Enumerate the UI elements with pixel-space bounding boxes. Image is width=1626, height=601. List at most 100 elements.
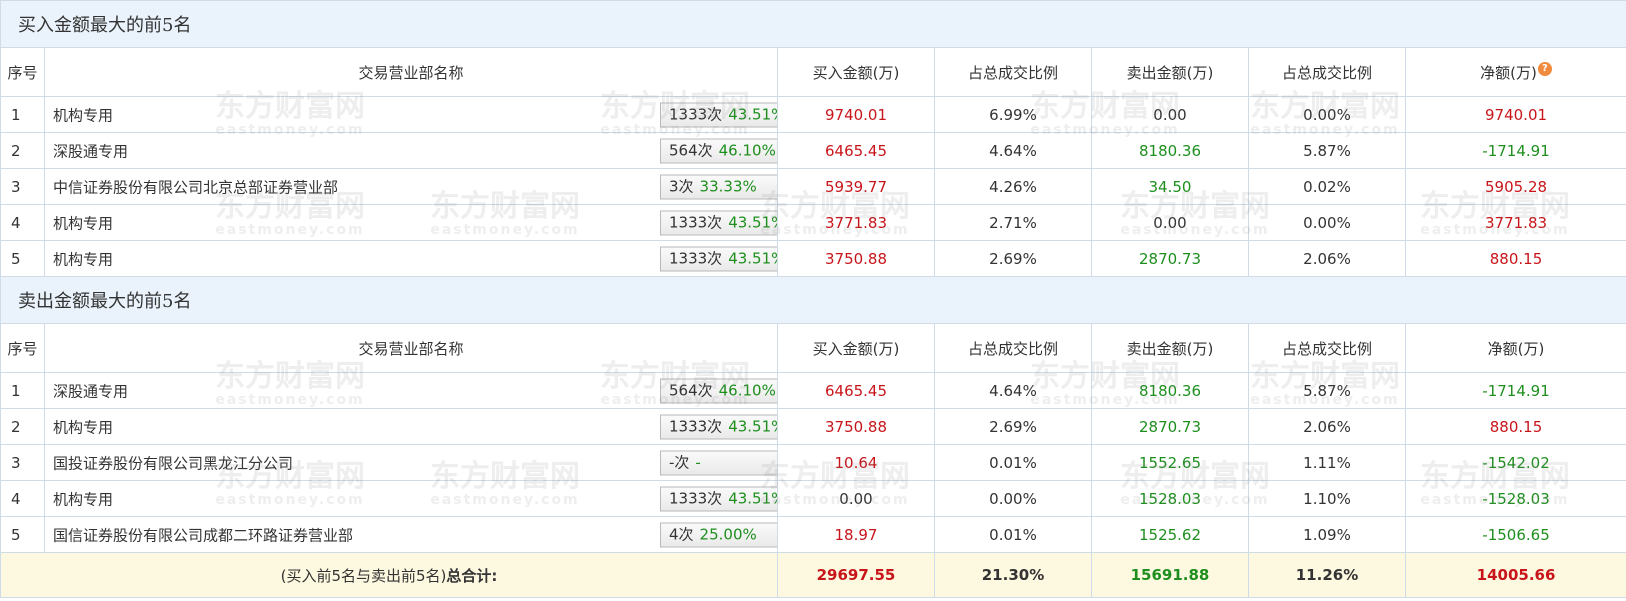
sell-amount: 1528.03 <box>1091 480 1249 517</box>
column-header-label: 序号 <box>7 339 38 358</box>
column-header-label: 占总成交比例 <box>1281 339 1372 358</box>
buy-ratio: 6.99% <box>934 96 1092 133</box>
net-amount: -1506.65 <box>1404 516 1626 553</box>
sell-amount: 0.00 <box>1091 96 1249 133</box>
branch-stat-button[interactable]: 1333次 43.51% <box>660 210 777 235</box>
column-header-label: 买入金额(万) <box>812 339 900 358</box>
table-row: 3 国投证券股份有限公司黑龙江分公司 -次 -10.64 0.01% 1552.65 1.1… <box>0 444 1626 481</box>
sell-ratio: 5.87% <box>1248 132 1406 169</box>
win-rate: 33.33% <box>699 177 757 195</box>
column-header-net: 净额(万)? <box>1404 47 1626 97</box>
total-label-prefix: (买入前5名与卖出前5名) <box>280 566 447 585</box>
branch-stat-button[interactable]: 564次 46.10% <box>660 138 777 163</box>
column-header-sell-ratio: 占总成交比例 <box>1248 47 1406 97</box>
branch-name-link[interactable]: 机构专用 <box>53 104 113 125</box>
branch-name-link[interactable]: 中信证券股份有限公司北京总部证券营业部 <box>53 176 338 197</box>
net-amount: -1714.91 <box>1404 132 1626 169</box>
column-header-net: 净额(万) <box>1404 323 1626 373</box>
net-amount: 880.15 <box>1404 408 1626 445</box>
branch-name-link[interactable]: 国投证券股份有限公司黑龙江分公司 <box>53 452 293 473</box>
branch-name-link[interactable]: 国信证券股份有限公司成都二环路证券营业部 <box>53 524 353 545</box>
table-row: 5 国信证券股份有限公司成都二环路证券营业部 4次 25.00% 18.97 0.01% 1… <box>0 516 1626 553</box>
row-seq: 5 <box>0 240 45 277</box>
column-header-label: 卖出金额(万) <box>1126 339 1214 358</box>
buy-amount: 5939.77 <box>777 168 935 205</box>
help-icon[interactable]: ? <box>1537 61 1552 76</box>
net-amount: 880.15 <box>1404 240 1626 277</box>
column-header-label: 序号 <box>7 63 38 82</box>
win-rate: 43.51% <box>728 105 776 123</box>
branch-stat-button[interactable]: 1333次 43.51% <box>660 414 777 439</box>
branch-cell: 机构专用 1333次 43.51% <box>44 480 778 517</box>
total-buy-amount: 29697.55 <box>777 552 935 598</box>
win-rate: 43.51% <box>728 213 776 231</box>
trade-count: 1333次 <box>669 489 723 507</box>
buy-amount: 6465.45 <box>777 372 935 409</box>
sell-ratio: 1.09% <box>1248 516 1406 553</box>
buy-ratio: 4.26% <box>934 168 1092 205</box>
branch-stat-button[interactable]: 4次 25.00% <box>660 522 777 547</box>
buy-ratio: 2.69% <box>934 240 1092 277</box>
lhb-panel: 东方财富网eastmoney.com东方财富网eastmoney.com东方财富… <box>0 0 1626 601</box>
sell-ratio: 0.00% <box>1248 96 1406 133</box>
trade-count: 564次 <box>669 381 713 399</box>
section-header: 卖出金额最大的前5名 <box>0 276 1626 324</box>
column-header-label: 卖出金额(万) <box>1126 63 1214 82</box>
branch-stat-button[interactable]: 564次46.10%? <box>660 378 777 403</box>
branch-stat-button[interactable]: 1333次 43.51% <box>660 486 777 511</box>
net-amount: -1542.02 <box>1404 444 1626 481</box>
branch-stat-button[interactable]: 1333次43.51%? <box>660 102 777 127</box>
row-seq: 3 <box>0 444 45 481</box>
column-header-sell-ratio: 占总成交比例 <box>1248 323 1406 373</box>
column-header-label: 占总成交比例 <box>967 63 1058 82</box>
sell-ratio: 2.06% <box>1248 240 1406 277</box>
total-buy-ratio: 21.30% <box>934 552 1092 598</box>
buy-ratio: 2.71% <box>934 204 1092 241</box>
branch-name-link[interactable]: 机构专用 <box>53 416 113 437</box>
buy-ratio: 4.64% <box>934 372 1092 409</box>
trade-count: 1333次 <box>669 417 723 435</box>
net-amount: -1528.03 <box>1404 480 1626 517</box>
branch-name-link[interactable]: 机构专用 <box>53 488 113 509</box>
branch-stat-button[interactable]: 3次 33.33% <box>660 174 777 199</box>
trade-count: -次 <box>669 453 690 471</box>
buy-amount: 18.97 <box>777 516 935 553</box>
branch-name-link[interactable]: 机构专用 <box>53 212 113 233</box>
column-header-branch: 交易营业部名称 <box>44 323 778 373</box>
table-row: 5 机构专用 1333次 43.51%3750.882.69%2870.732.06%… <box>0 240 1626 277</box>
branch-cell: 机构专用1333次43.51%? <box>44 96 778 133</box>
buy-ratio: 0.00% <box>934 480 1092 517</box>
branch-name-link[interactable]: 深股通专用 <box>53 140 128 161</box>
trade-count: 4次 <box>669 525 694 543</box>
trade-count: 564次 <box>669 141 713 159</box>
table-row: 2 机构专用 1333次 43.51%3750.882.69%2870.732.06%… <box>0 408 1626 445</box>
row-seq: 5 <box>0 516 45 553</box>
sell-amount: 8180.36 <box>1091 132 1249 169</box>
branch-name-link[interactable]: 机构专用 <box>53 248 113 269</box>
total-sell-amount: 15691.88 <box>1091 552 1249 598</box>
total-row: (买入前5名与卖出前5名)总合计: 29697.55 21.30% 15691.88 1… <box>0 552 1626 598</box>
column-header-label: 净额(万) <box>1480 63 1537 82</box>
branch-stat-button[interactable]: 1333次 43.51% <box>660 246 777 271</box>
buy-ratio: 4.64% <box>934 132 1092 169</box>
row-seq: 4 <box>0 204 45 241</box>
trade-count: 1333次 <box>669 105 723 123</box>
dragon-tiger-table: 买入金额最大的前5名 序号 交易营业部名称 买入金额(万) 占总成交比例 卖出金额(万) 占… <box>0 0 1626 598</box>
branch-cell: 国投证券股份有限公司黑龙江分公司 -次 - <box>44 444 778 481</box>
row-seq: 1 <box>0 96 45 133</box>
branch-name-link[interactable]: 深股通专用 <box>53 380 128 401</box>
column-header-label: 占总成交比例 <box>967 339 1058 358</box>
column-header-label: 占总成交比例 <box>1281 63 1372 82</box>
sell-amount: 8180.36 <box>1091 372 1249 409</box>
column-header-buy-ratio: 占总成交比例 <box>934 323 1092 373</box>
column-header-label: 买入金额(万) <box>812 63 900 82</box>
column-header-label: 净额(万) <box>1487 339 1545 358</box>
section-title: 卖出金额最大的前5名 <box>0 276 1626 324</box>
table-row: 1机构专用1333次43.51%?9740.016.99%0.000.00%97… <box>0 96 1626 133</box>
sell-amount: 0.00 <box>1091 204 1249 241</box>
branch-stat-button[interactable]: -次 - <box>660 450 777 475</box>
table-row: 3 中信证券股份有限公司北京总部证券营业部 3次 33.33% 5939.77 4.26%… <box>0 168 1626 205</box>
win-rate: 43.51% <box>728 249 776 267</box>
total-label: (买入前5名与卖出前5名)总合计: <box>0 552 778 598</box>
section-header: 买入金额最大的前5名 <box>0 0 1626 48</box>
